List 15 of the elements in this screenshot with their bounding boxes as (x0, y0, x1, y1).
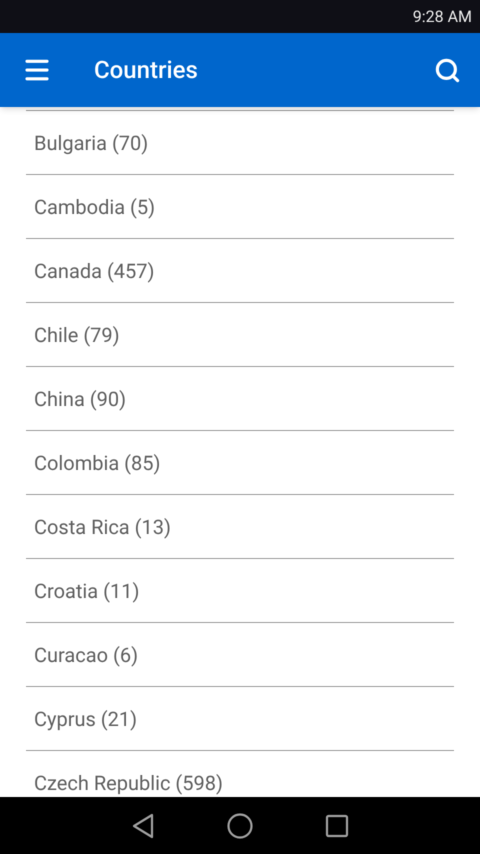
country-list-item[interactable]: Canada (457) (26, 239, 454, 303)
country-list-item[interactable]: Curacao (6) (26, 623, 454, 687)
country-list-item[interactable]: Cyprus (21) (26, 687, 454, 751)
country-list-item[interactable]: Cambodia (5) (26, 175, 454, 239)
country-list-item[interactable]: Costa Rica (13) (26, 495, 454, 559)
status-time: 9:28 AM (412, 6, 472, 28)
home-icon[interactable] (227, 812, 253, 838)
page-title: Countries (94, 55, 199, 86)
recents-icon[interactable] (325, 814, 349, 838)
country-list-item[interactable]: Chile (79) (26, 303, 454, 367)
country-list-item[interactable]: Bulgaria (70) (26, 111, 454, 175)
country-list-item[interactable]: China (90) (26, 367, 454, 431)
back-icon[interactable] (131, 812, 155, 838)
country-list-item[interactable]: Colombia (85) (26, 431, 454, 495)
country-list-item[interactable]: Croatia (11) (26, 559, 454, 623)
